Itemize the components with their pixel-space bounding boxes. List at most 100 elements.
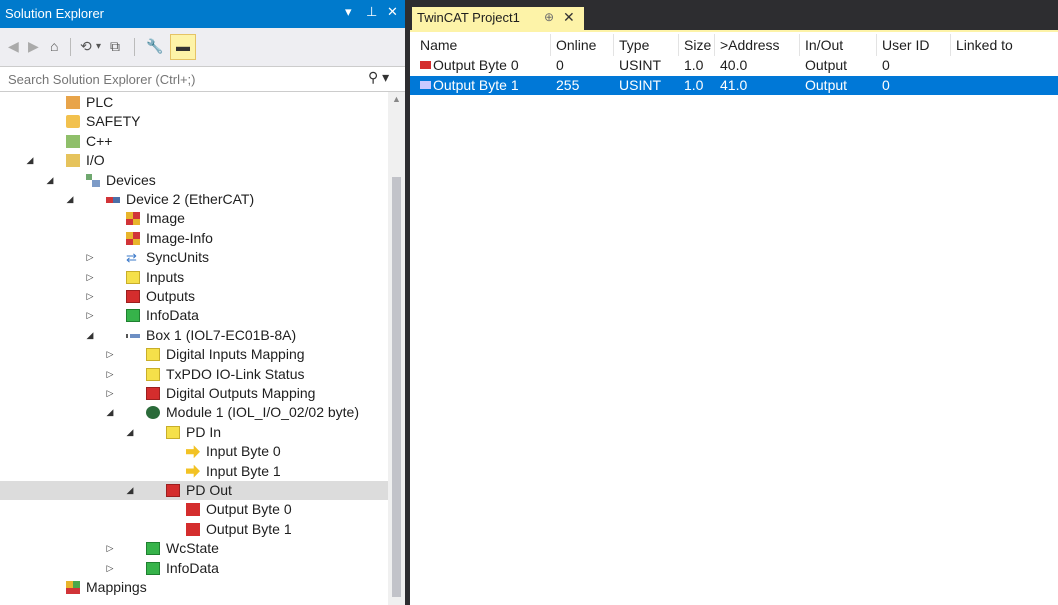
plc-icon [66,96,80,109]
auto-hide-pin-icon[interactable]: ⊥ [366,4,377,20]
toolbar-separator [134,38,135,56]
solution-tree: PLC SAFETY C++ ◢ I/O ◢ Devices ◢ Device 2 (Ether… [0,92,388,605]
tree-item[interactable]: ◢ I/O [0,151,388,170]
tree-item[interactable]: Output Byte 0 [0,500,388,519]
search-box[interactable]: ⚲ ▾ [0,66,405,92]
column-separator[interactable] [714,34,715,56]
output-var-icon [420,81,431,89]
history-icon[interactable]: ⟲ [80,38,92,55]
expand-arrow-icon[interactable]: ▷ [84,287,96,306]
solution-explorer-panel: Solution Explorer ▾ ⊥ ✕ ◀ ▶ ⌂ ⟲ ▾ ⧉ 🔧 ▬ … [0,0,405,605]
tree-item[interactable]: ◢ PD In [0,423,388,442]
properties-wrench-icon[interactable]: 🔧 [146,38,163,55]
column-separator[interactable] [876,34,877,56]
tree-item[interactable]: ▷ Digital Inputs Mapping [0,345,388,364]
tree-item[interactable]: ▷ TxPDO IO-Link Status [0,365,388,384]
tree-item[interactable]: ▷ WcState [0,539,388,558]
cell-userid: 0 [882,57,890,73]
mappings-icon [66,581,80,594]
tree-item[interactable]: ▷ InfoData [0,306,388,325]
expand-arrow-icon[interactable]: ▷ [104,539,116,558]
infodata-icon [146,561,160,575]
search-icon[interactable]: ⚲ ▾ [368,69,389,86]
column-separator[interactable] [799,34,800,56]
cell-address: 40.0 [720,57,748,73]
tree-item[interactable]: SAFETY [0,112,388,131]
table-row[interactable]: Output Byte 0 0 USINT 1.0 40.0 Output 0 [410,56,1058,75]
expand-arrow-icon[interactable]: ▷ [84,248,96,267]
expand-arrow-icon[interactable]: ▷ [104,365,116,384]
column-separator[interactable] [678,34,679,56]
scrollbar-thumb[interactable] [392,177,401,597]
tree-item-label: PD Out [186,482,232,498]
collapse-arrow-icon[interactable]: ◢ [84,326,96,345]
tree-item[interactable]: ◢ Box 1 (IOL7-EC01B-8A) [0,326,388,345]
back-icon[interactable]: ◀ [8,38,19,55]
collapse-arrow-icon[interactable]: ◢ [104,403,116,422]
vertical-scrollbar[interactable]: ▲ [388,92,405,605]
tree-item[interactable]: C++ [0,132,388,151]
tree-item[interactable]: Mappings [0,578,388,597]
forward-icon[interactable]: ▶ [28,38,39,55]
tree-item[interactable]: ▷ Inputs [0,268,388,287]
cell-online: 255 [556,77,580,93]
column-separator[interactable] [613,34,614,56]
variable-grid: Name Online Type Size >Address In/Out User ID L… [410,32,1058,605]
expand-arrow-icon[interactable]: ▷ [84,306,96,325]
search-input[interactable] [6,69,365,89]
collapse-arrow-icon[interactable]: ◢ [124,481,136,500]
inputs-icon [166,425,180,439]
tree-item[interactable]: Image [0,209,388,228]
preview-selected-icon[interactable]: ▬ [170,34,196,60]
expand-arrow-icon[interactable]: ▷ [104,384,116,403]
tree-item[interactable]: ◢ Devices [0,171,388,190]
home-icon[interactable]: ⌂ [50,38,58,54]
column-separator[interactable] [950,34,951,56]
column-header[interactable]: Name [420,37,457,53]
tree-item-label: Box 1 (IOL7-EC01B-8A) [146,326,297,343]
input-var-icon [186,445,200,459]
collapse-arrow-icon[interactable]: ◢ [44,171,56,190]
tree-item[interactable]: ▷ ⇄ SyncUnits [0,248,388,267]
cell-size: 1.0 [684,57,704,73]
devices-icon [86,173,100,187]
history-dropdown-icon[interactable]: ▾ [96,41,101,52]
tree-item[interactable]: Image-Info [0,229,388,248]
column-header[interactable]: >Address [720,37,780,53]
tree-item[interactable]: ◢ PD Out [0,481,388,500]
tree-item[interactable]: Output Byte 1 [0,520,388,539]
tree-item-label: Outputs [146,288,196,304]
column-header[interactable]: Linked to [956,37,1013,53]
solution-explorer-title-bar: Solution Explorer ▾ ⊥ ✕ [0,0,405,28]
tab-title: TwinCAT Project1 [417,10,520,25]
close-tab-icon[interactable]: ✕ [563,9,575,26]
tree-item[interactable]: ▷ Digital Outputs Mapping [0,384,388,403]
table-row[interactable]: Output Byte 1 255 USINT 1.0 41.0 Output 0 [410,76,1058,95]
tree-item[interactable]: Input Byte 1 [0,462,388,481]
column-separator[interactable] [550,34,551,56]
column-header[interactable]: In/Out [805,37,843,53]
tree-item[interactable]: ◢ Module 1 (IOL_I/O_02/02 byte) [0,403,388,422]
safety-icon [66,115,80,129]
window-position-dropdown-icon[interactable]: ▾ [345,4,352,20]
tree-item[interactable]: ◢ Device 2 (EtherCAT) [0,190,388,209]
collapse-arrow-icon[interactable]: ◢ [124,423,136,442]
tree-item[interactable]: ▷ InfoData [0,559,388,578]
scroll-up-icon[interactable]: ▲ [392,94,401,104]
tree-item[interactable]: PLC [0,93,388,112]
pin-icon[interactable]: ⊕ [544,10,554,24]
tab-twincat-project1[interactable]: TwinCAT Project1 ⊕ ✕ [412,7,584,30]
collapse-all-icon[interactable]: ⧉ [110,38,120,55]
collapse-arrow-icon[interactable]: ◢ [24,151,36,170]
tree-item[interactable]: ▷ Outputs [0,287,388,306]
column-header[interactable]: Online [556,37,596,53]
collapse-arrow-icon[interactable]: ◢ [64,190,76,209]
expand-arrow-icon[interactable]: ▷ [104,559,116,578]
close-icon[interactable]: ✕ [387,4,398,20]
expand-arrow-icon[interactable]: ▷ [84,268,96,287]
expand-arrow-icon[interactable]: ▷ [104,345,116,364]
column-header[interactable]: Size [684,37,711,53]
column-header[interactable]: User ID [882,37,929,53]
tree-item[interactable]: Input Byte 0 [0,442,388,461]
column-header[interactable]: Type [619,37,649,53]
